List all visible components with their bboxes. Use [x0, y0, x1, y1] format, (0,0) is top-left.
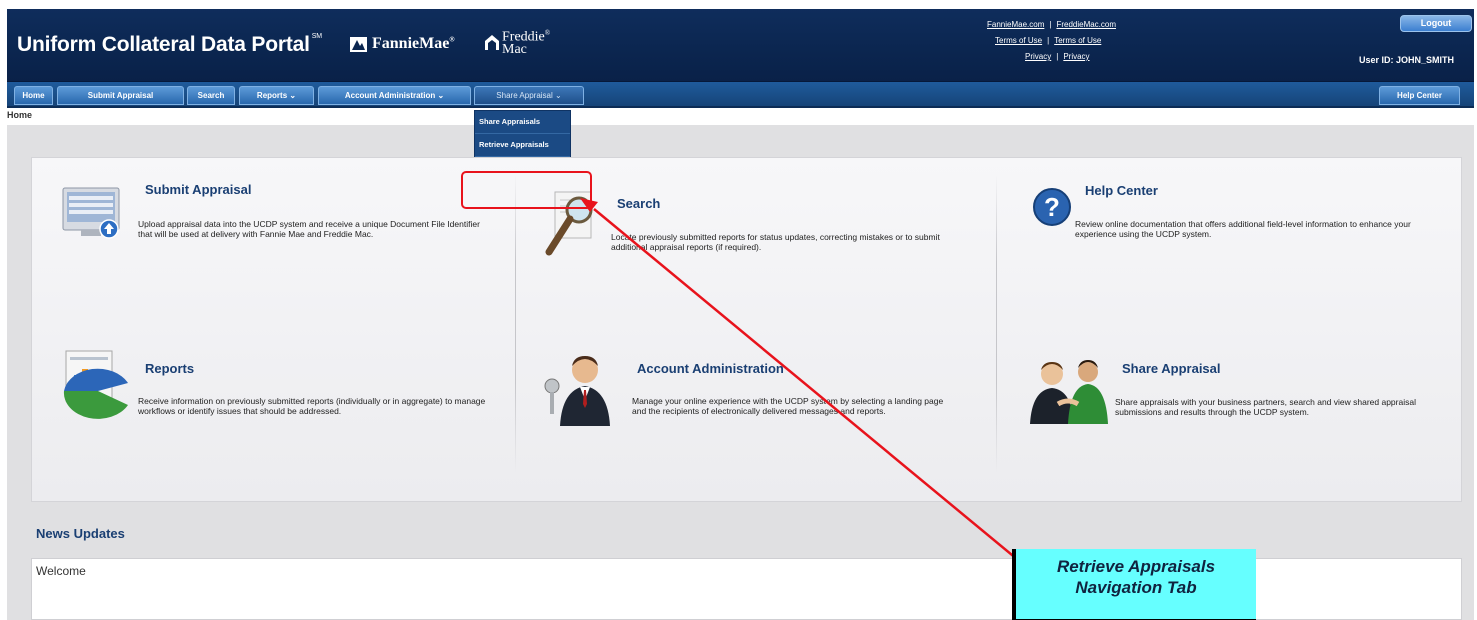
share-appraisal-icon[interactable]	[1028, 356, 1116, 424]
tab-reports[interactable]: Reports ⌄	[239, 86, 314, 105]
news-welcome-text: Welcome	[36, 564, 86, 578]
share-appraisal-desc: Share appraisals with your business part…	[1115, 397, 1416, 417]
help-center-icon[interactable]: ?	[1031, 186, 1073, 228]
privacy-link-fannie[interactable]: Privacy	[1025, 49, 1051, 65]
main-nav: Home Submit Appraisal Search Reports ⌄ A…	[7, 82, 1474, 108]
freddiemac-logo: Freddie® Mac	[485, 27, 550, 56]
reports-desc: Receive information on previously submit…	[138, 396, 486, 416]
freddiemac-logo-icon	[485, 35, 499, 50]
terms-of-use-link-freddie[interactable]: Terms of Use	[1054, 33, 1101, 49]
annotation-highlight-box	[461, 171, 592, 209]
divider	[515, 173, 516, 473]
submit-appraisal-title[interactable]: Submit Appraisal	[145, 182, 251, 197]
fanniemae-logo: FannieMae®	[350, 35, 455, 53]
annotation-callout: Retrieve Appraisals Navigation Tab	[1012, 549, 1256, 620]
header-links: FannieMae.com | FreddieMac.com Terms of …	[987, 17, 1116, 65]
menu-item-share-appraisals[interactable]: Share Appraisals	[475, 111, 570, 134]
logout-button[interactable]: Logout	[1400, 15, 1472, 32]
divider	[996, 173, 997, 473]
menu-item-retrieve-appraisals[interactable]: Retrieve Appraisals	[475, 134, 570, 157]
submit-appraisal-desc: Upload appraisal data into the UCDP syst…	[138, 219, 480, 239]
home-panel	[31, 157, 1462, 502]
tab-submit-appraisal[interactable]: Submit Appraisal	[57, 86, 184, 105]
breadcrumb: Home	[7, 110, 33, 120]
callout-line-2: Navigation Tab	[1075, 578, 1197, 597]
search-desc: Locate previously submitted reports for …	[611, 232, 940, 252]
share-appraisal-title[interactable]: Share Appraisal	[1122, 361, 1221, 376]
search-title[interactable]: Search	[617, 196, 660, 211]
reports-icon[interactable]	[62, 349, 134, 419]
callout-line-1: Retrieve Appraisals	[1056, 557, 1216, 576]
freddiemac-com-link[interactable]: FreddieMac.com	[1056, 17, 1116, 33]
tab-share-appraisal[interactable]: Share Appraisal ⌄	[474, 86, 584, 105]
fanniemae-logo-icon	[350, 36, 367, 52]
news-updates-title: News Updates	[36, 526, 125, 541]
fanniemae-com-link[interactable]: FannieMae.com	[987, 17, 1044, 33]
app-header: Uniform Collateral Data Portal SM FannieM…	[7, 9, 1474, 82]
svg-text:?: ?	[1044, 192, 1060, 222]
portal-title: Uniform Collateral Data Portal SM	[17, 33, 322, 56]
reports-title[interactable]: Reports	[145, 361, 194, 376]
terms-of-use-link-fannie[interactable]: Terms of Use	[995, 33, 1042, 49]
tab-help-center[interactable]: Help Center	[1379, 86, 1460, 105]
share-appraisal-dropdown: Share Appraisals Retrieve Appraisals	[474, 110, 571, 157]
tab-search[interactable]: Search	[187, 86, 235, 105]
privacy-link-freddie[interactable]: Privacy	[1063, 49, 1089, 65]
help-center-title[interactable]: Help Center	[1085, 183, 1158, 198]
account-administration-icon[interactable]	[540, 350, 612, 426]
tab-home[interactable]: Home	[14, 86, 53, 105]
user-id-label: User ID: JOHN_SMITH	[1359, 55, 1455, 65]
submit-appraisal-icon[interactable]	[61, 182, 131, 242]
help-center-desc: Review online documentation that offers …	[1075, 219, 1411, 239]
tab-account-administration[interactable]: Account Administration ⌄	[318, 86, 471, 105]
account-administration-desc: Manage your online experience with the U…	[632, 396, 944, 416]
account-administration-title[interactable]: Account Administration	[637, 361, 784, 376]
